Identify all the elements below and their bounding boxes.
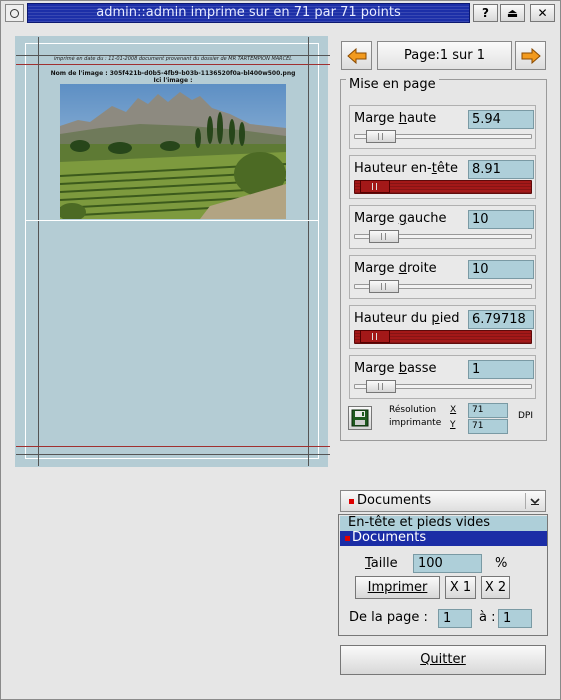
previous-page-button[interactable] bbox=[341, 41, 372, 70]
document-type-value: Documents bbox=[357, 493, 432, 508]
size-label-rest: aille bbox=[370, 556, 398, 571]
layout-param-field[interactable]: 1 bbox=[468, 360, 534, 379]
preview-image-caption: Ici l'image : bbox=[153, 77, 193, 84]
list-item-empty-header[interactable]: En-tête et pieds vides bbox=[340, 516, 547, 531]
window-menu-button[interactable] bbox=[5, 4, 24, 22]
label-part: roite bbox=[406, 261, 437, 276]
layout-param-label: Marge basse bbox=[354, 361, 436, 376]
preview-header-text: imprimé en date du : 11-01-2008 document… bbox=[53, 56, 293, 62]
size-label: Taille bbox=[365, 556, 398, 571]
page-indicator: Page:1 sur 1 bbox=[377, 41, 512, 70]
guide-left-margin bbox=[38, 37, 39, 466]
slider-handle[interactable] bbox=[366, 380, 396, 393]
label-part: Marge bbox=[354, 361, 399, 376]
print-dialog-window: admin::admin imprime sur en 71 par 71 po… bbox=[0, 0, 561, 700]
arrow-left-icon bbox=[346, 47, 366, 64]
circle-icon bbox=[10, 8, 19, 18]
layout-param-label: Marge droite bbox=[354, 261, 437, 276]
layout-param-row: Marge basse 1 bbox=[349, 355, 536, 399]
resolution-label: Résolution bbox=[389, 405, 437, 415]
layout-param-field[interactable]: 5.94 bbox=[468, 110, 534, 129]
list-item-documents-label: Documents bbox=[352, 530, 427, 545]
size-field[interactable]: 100 bbox=[413, 554, 482, 573]
label-part: asse bbox=[406, 361, 437, 376]
next-page-button[interactable] bbox=[515, 41, 546, 70]
from-page-label: De la page : bbox=[349, 610, 428, 625]
label-part: auche bbox=[406, 211, 447, 226]
help-button[interactable]: ? bbox=[473, 4, 498, 22]
preview-photo bbox=[60, 84, 286, 219]
layout-param-label: Marge gauche bbox=[354, 211, 447, 226]
slider-handle[interactable] bbox=[360, 330, 390, 343]
layout-param-field[interactable]: 10 bbox=[468, 260, 534, 279]
title-bar: admin::admin imprime sur en 71 par 71 po… bbox=[3, 3, 558, 23]
x-resolution-field[interactable]: 71 bbox=[468, 403, 508, 418]
label-part: ied bbox=[439, 311, 460, 326]
x-resolution-label: X bbox=[450, 405, 457, 415]
landscape-photo bbox=[60, 84, 286, 219]
slider-handle[interactable] bbox=[369, 280, 399, 293]
layout-param-field[interactable]: 8.91 bbox=[468, 160, 534, 179]
layout-param-field[interactable]: 10 bbox=[468, 210, 534, 229]
red-dot-icon bbox=[349, 499, 354, 504]
label-part: Marge bbox=[354, 111, 399, 126]
label-mnemonic: b bbox=[398, 361, 407, 376]
printer-label: imprimante bbox=[389, 418, 442, 428]
percent-label: % bbox=[495, 556, 508, 571]
shade-button[interactable]: ⏏ bbox=[500, 4, 525, 22]
print-preview: imprimé en date du : 11-01-2008 document… bbox=[15, 36, 330, 467]
layout-param-field[interactable]: 6.79718 bbox=[468, 310, 534, 329]
content-end-line bbox=[26, 220, 318, 221]
guide-footer-line bbox=[16, 446, 330, 447]
label-part: Hauteur en- bbox=[354, 161, 432, 176]
red-dot-icon bbox=[345, 536, 350, 541]
save-settings-button[interactable] bbox=[348, 406, 372, 430]
label-part: ête bbox=[436, 161, 458, 176]
label-part: Marge bbox=[354, 261, 399, 276]
floppy-disk-icon bbox=[351, 409, 369, 427]
slider-handle[interactable] bbox=[366, 130, 396, 143]
layout-param-row: Hauteur du pied 6.79718 bbox=[349, 305, 536, 349]
guide-bottom-margin bbox=[16, 454, 330, 455]
slider-handle[interactable] bbox=[369, 230, 399, 243]
label-part: Marge bbox=[354, 211, 399, 226]
label-part: Hauteur du bbox=[354, 311, 432, 326]
label-part: aute bbox=[406, 111, 437, 126]
close-button[interactable]: ✕ bbox=[530, 4, 555, 22]
document-type-combo[interactable]: Documents bbox=[340, 490, 546, 512]
print-button-label: Imprimer bbox=[367, 580, 428, 595]
print-button[interactable]: Imprimer bbox=[355, 576, 440, 599]
layout-param-label: Hauteur en-tête bbox=[354, 161, 458, 176]
layout-param-row: Marge droite 10 bbox=[349, 255, 536, 299]
preview-image-name: Nom de l'image : 305f421b-d0b5-4fb9-b03b… bbox=[50, 70, 296, 77]
arrow-right-icon bbox=[521, 47, 541, 64]
window-title[interactable]: admin::admin imprime sur en 71 par 71 po… bbox=[27, 3, 470, 23]
y-resolution-field[interactable]: 71 bbox=[468, 419, 508, 434]
label-mnemonic: g bbox=[398, 211, 407, 226]
layout-param-row: Marge gauche 10 bbox=[349, 205, 536, 249]
to-page-field[interactable]: 1 bbox=[498, 609, 532, 628]
slider-handle[interactable] bbox=[360, 180, 390, 193]
label-mnemonic: h bbox=[398, 111, 407, 126]
layout-param-label: Marge haute bbox=[354, 111, 436, 126]
list-item-documents[interactable]: Documents bbox=[340, 531, 547, 546]
dpi-label: DPI bbox=[518, 411, 534, 421]
layout-group-legend: Mise en page bbox=[346, 77, 439, 92]
quit-button-label: Quitter bbox=[420, 652, 466, 667]
x1-button[interactable]: X 1 bbox=[445, 576, 476, 599]
x2-button[interactable]: X 2 bbox=[481, 576, 510, 599]
layout-param-label: Hauteur du pied bbox=[354, 311, 460, 326]
preview-page: imprimé en date du : 11-01-2008 document… bbox=[16, 37, 330, 466]
y-resolution-label: Y bbox=[450, 420, 456, 430]
to-page-label: à : bbox=[479, 610, 496, 625]
label-mnemonic: d bbox=[398, 261, 407, 276]
from-page-field[interactable]: 1 bbox=[438, 609, 472, 628]
label-mnemonic: p bbox=[431, 311, 440, 326]
guide-right-margin bbox=[308, 37, 309, 466]
guide-header-line bbox=[16, 64, 330, 65]
chevron-down-icon[interactable] bbox=[525, 493, 543, 509]
layout-param-row: Marge haute 5.94 bbox=[349, 105, 536, 149]
quit-button[interactable]: Quitter bbox=[340, 645, 546, 675]
layout-param-row: Hauteur en-tête 8.91 bbox=[349, 155, 536, 199]
